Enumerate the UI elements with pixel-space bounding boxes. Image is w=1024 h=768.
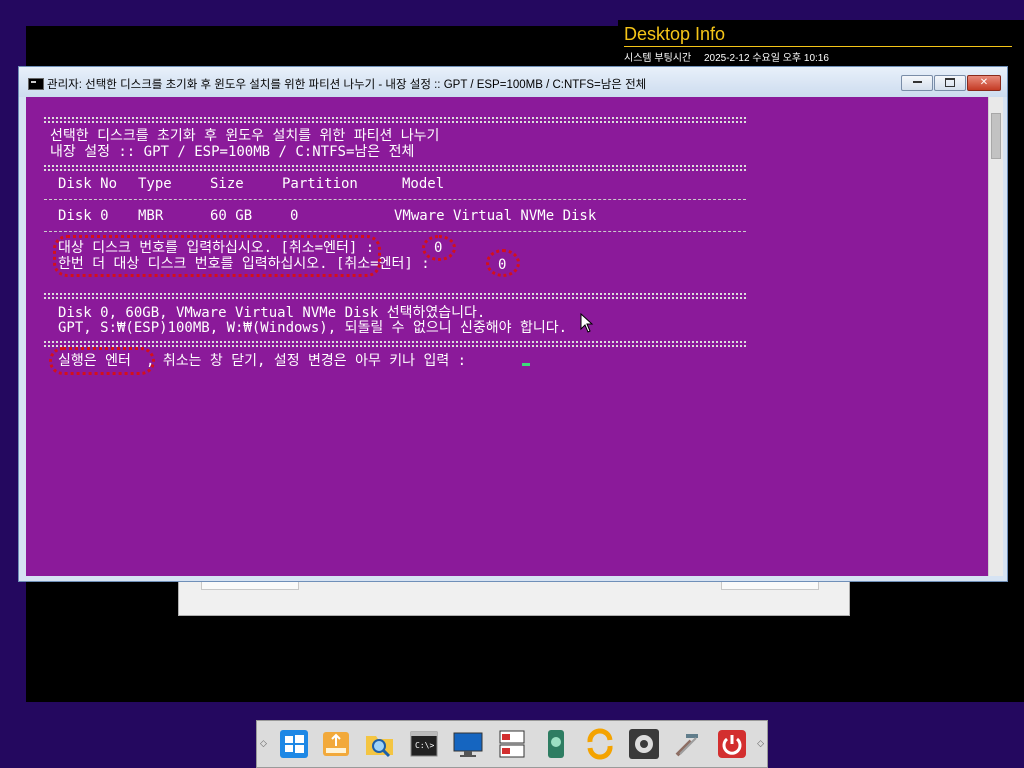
final-prompt: , 취소는 창 닫기, 설정 변경은 아무 키나 입력 : — [146, 353, 467, 369]
separator — [44, 293, 746, 299]
text-cursor — [522, 363, 530, 366]
separator — [44, 199, 746, 200]
settings-gear-icon[interactable] — [628, 728, 660, 760]
taskbar-right-grip-icon[interactable]: ◇ — [757, 739, 764, 749]
taskbar-left-grip-icon[interactable]: ◇ — [260, 739, 267, 749]
col-size: Size — [210, 176, 244, 192]
col-model: Model — [402, 176, 445, 192]
boot-time-label: 시스템 부팅시간 — [624, 53, 692, 64]
disk-row-no: Disk 0 — [58, 208, 109, 224]
desktop-info-title: Desktop Info — [624, 24, 726, 44]
close-button[interactable]: ✕ — [967, 75, 1001, 91]
cmd-icon — [28, 78, 44, 90]
taskbar: ◇ ◇ C:\> — [256, 720, 768, 768]
sync-icon[interactable] — [584, 728, 616, 760]
command-prompt-icon[interactable]: C:\> — [408, 728, 440, 760]
boot-time-row: 시스템 부팅시간 2025-2-12 수요일 오후 10:16 — [624, 49, 839, 64]
partition-tool-icon[interactable] — [496, 728, 528, 760]
console-output[interactable]: 선택한 디스크를 초기화 후 윈도우 설치를 위한 파티션 나누기 내장 설정 … — [26, 97, 988, 576]
separator — [44, 165, 746, 171]
maximize-button[interactable] — [934, 75, 966, 91]
close-icon: ✕ — [979, 77, 989, 88]
highlight-ring-answer2 — [486, 249, 520, 277]
desktop-info-panel: Desktop Info 시스템 부팅시간 2025-2-12 수요일 오후 1… — [618, 20, 1024, 66]
col-type: Type — [138, 176, 172, 192]
header-title: 선택한 디스크를 초기화 후 윈도우 설치를 위한 파티션 나누기 — [50, 128, 440, 144]
col-disk-no: Disk No — [58, 176, 118, 192]
disk-row-partition: 0 — [290, 208, 299, 224]
svg-text:C:\>: C:\> — [415, 741, 434, 750]
header-config: 내장 설정 :: GPT / ESP=100MB / C:NTFS=남은 전체 — [50, 144, 415, 160]
partition-warning: GPT, S:₩(ESP)100MB, W:₩(Windows), 되돌릴 수 … — [58, 320, 568, 336]
highlight-ring-execute — [49, 347, 155, 375]
power-icon[interactable] — [716, 728, 748, 760]
minimize-button[interactable] — [901, 75, 933, 91]
folder-search-icon[interactable] — [364, 728, 396, 760]
col-partition: Partition — [282, 176, 358, 192]
highlight-ring-answer1 — [422, 235, 456, 261]
selection-summary: Disk 0, 60GB, VMware Virtual NVMe Disk 선… — [58, 305, 486, 321]
disk-health-icon[interactable] — [540, 728, 572, 760]
mouse-pointer-icon — [580, 313, 594, 333]
boot-time-value: 2025-2-12 수요일 오후 10:16 — [703, 53, 829, 64]
disk-row-model: VMware Virtual NVMe Disk — [394, 208, 597, 224]
scrollbar-thumb[interactable] — [991, 113, 1001, 159]
maximize-icon — [945, 77, 955, 87]
vertical-scrollbar[interactable] — [988, 97, 1003, 576]
disk-row-size: 60 GB — [210, 208, 253, 224]
disk-row-type: MBR — [138, 208, 164, 224]
desktop-info-divider — [624, 46, 1012, 47]
monitor-icon[interactable] — [452, 728, 484, 760]
highlight-ring-prompts — [53, 235, 381, 277]
separator — [44, 231, 746, 232]
console-window[interactable]: 관리자: 선택한 디스크를 초기화 후 윈도우 설치를 위한 파티션 나누기 -… — [18, 66, 1008, 582]
window-title: 관리자: 선택한 디스크를 초기화 후 윈도우 설치를 위한 파티션 나누기 -… — [47, 79, 647, 91]
title-bar[interactable]: 관리자: 선택한 디스크를 초기화 후 윈도우 설치를 위한 파티션 나누기 -… — [19, 67, 1007, 97]
windows-start-icon[interactable] — [278, 728, 310, 760]
tools-icon[interactable] — [672, 728, 704, 760]
usb-drive-icon[interactable] — [320, 728, 352, 760]
separator — [44, 341, 746, 347]
separator — [44, 117, 746, 123]
minimize-icon — [912, 81, 922, 83]
